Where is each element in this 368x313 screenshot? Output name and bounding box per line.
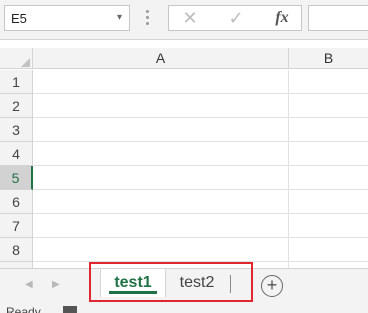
cell[interactable] [289, 190, 368, 214]
check-icon[interactable]: ✓ [221, 6, 251, 30]
cell[interactable] [289, 238, 368, 262]
grid-row: 5 [0, 166, 368, 190]
column-header-a[interactable]: A [33, 48, 289, 69]
chevron-down-icon[interactable]: ▾ [117, 12, 122, 23]
cell[interactable] [33, 166, 289, 190]
grid-row: 7 [0, 214, 368, 238]
column-header-row: A B [0, 48, 368, 69]
grid-row: 3 [0, 118, 368, 142]
grip-icon[interactable] [145, 10, 151, 28]
cell[interactable] [289, 70, 368, 94]
sheet-tabs-bar: ◀ ▶ test1 test2 + [0, 262, 368, 304]
sheet-tab-test2[interactable]: test2 [166, 269, 228, 297]
cell[interactable] [289, 214, 368, 238]
cell[interactable] [289, 166, 368, 190]
formula-bar: E5 ▾ ✕ ✓ fx [0, 0, 368, 40]
cell[interactable] [289, 94, 368, 118]
grid-row: 2 [0, 94, 368, 118]
cell[interactable] [33, 190, 289, 214]
row-header[interactable]: 6 [0, 190, 33, 214]
select-all-corner[interactable] [0, 48, 33, 69]
macro-record-icon[interactable] [63, 306, 77, 313]
cell[interactable] [33, 94, 289, 118]
sheet-tab-label: test1 [114, 274, 152, 291]
cell[interactable] [33, 142, 289, 166]
cell[interactable] [33, 118, 289, 142]
row-header[interactable]: 8 [0, 238, 33, 262]
sheet-tab-label: test2 [179, 274, 215, 291]
status-bar: Ready [0, 304, 368, 313]
row-header[interactable]: 2 [0, 94, 33, 118]
status-text: Ready [6, 305, 41, 313]
row-header[interactable]: 4 [0, 142, 33, 166]
column-header-b[interactable]: B [289, 48, 368, 69]
grid-row: 6 [0, 190, 368, 214]
active-tab-indicator [109, 291, 157, 294]
name-box[interactable]: E5 ▾ [4, 5, 130, 31]
row-header[interactable]: 7 [0, 214, 33, 238]
cell[interactable] [33, 214, 289, 238]
insert-function-icon[interactable]: fx [267, 6, 297, 30]
grid-row: 4 [0, 142, 368, 166]
spreadsheet-grid: A B 123456789 [0, 48, 368, 268]
formula-actions: ✕ ✓ fx [168, 5, 302, 31]
tab-divider [230, 275, 231, 293]
cell[interactable] [33, 238, 289, 262]
row-header[interactable]: 1 [0, 70, 33, 94]
grid-row: 1 [0, 70, 368, 94]
scroll-tabs-left-icon[interactable]: ◀ [25, 279, 33, 290]
grid-row: 8 [0, 238, 368, 262]
cell[interactable] [33, 70, 289, 94]
name-box-value: E5 [11, 11, 27, 26]
cell[interactable] [289, 118, 368, 142]
row-header[interactable]: 3 [0, 118, 33, 142]
sheet-tab-test1[interactable]: test1 [100, 269, 166, 297]
scroll-tabs-right-icon[interactable]: ▶ [52, 279, 60, 290]
add-sheet-icon[interactable]: + [261, 275, 283, 297]
row-header[interactable]: 5 [0, 166, 33, 190]
cancel-icon[interactable]: ✕ [175, 6, 205, 30]
formula-input[interactable] [308, 5, 368, 31]
cell[interactable] [289, 142, 368, 166]
